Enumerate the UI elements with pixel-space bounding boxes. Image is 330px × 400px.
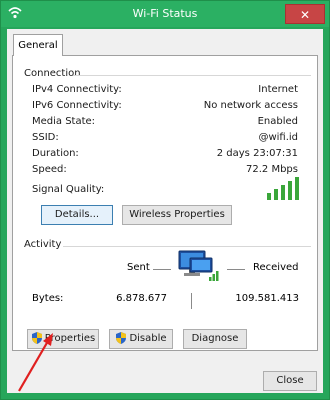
title-bar[interactable]: Wi-Fi Status ✕	[1, 1, 329, 27]
row-ipv4: IPv4 Connectivity: Internet	[32, 84, 298, 98]
bytes-sent-value: 6.878.677	[116, 293, 167, 304]
wireless-properties-button[interactable]: Wireless Properties	[122, 205, 232, 225]
ipv6-label: IPv6 Connectivity:	[32, 100, 122, 111]
tab-general[interactable]: General	[13, 34, 63, 56]
media-state-value: Enabled	[257, 116, 298, 127]
sent-label: Sent	[127, 262, 150, 273]
disable-button-label: Disable	[129, 333, 167, 344]
window-title: Wi-Fi Status	[132, 7, 198, 20]
connection-group-title: Connection	[24, 68, 81, 79]
activity-group-title: Activity	[24, 239, 62, 250]
signal-bars-icon	[267, 177, 299, 200]
ssid-value: @wifi.id	[258, 132, 298, 143]
row-duration: Duration: 2 days 23:07:31	[32, 148, 298, 162]
sent-line	[153, 269, 171, 270]
network-computer-icon	[178, 250, 219, 281]
speed-label: Speed:	[32, 164, 67, 175]
row-signal-quality: Signal Quality:	[32, 184, 298, 198]
ipv4-label: IPv4 Connectivity:	[32, 84, 122, 95]
details-button[interactable]: Details...	[41, 205, 113, 225]
bytes-label: Bytes:	[32, 293, 64, 304]
bytes-separator	[191, 293, 192, 309]
tab-panel: Connection IPv4 Connectivity: Internet I…	[12, 55, 318, 351]
ipv4-value: Internet	[258, 84, 298, 95]
speed-value: 72.2 Mbps	[246, 164, 298, 175]
row-ipv6: IPv6 Connectivity: No network access	[32, 100, 298, 114]
title-close-button[interactable]: ✕	[285, 4, 325, 24]
ssid-label: SSID:	[32, 132, 59, 143]
row-media-state: Media State: Enabled	[32, 116, 298, 130]
close-button[interactable]: Close	[263, 371, 317, 391]
bytes-received-value: 109.581.413	[235, 293, 299, 304]
signal-quality-label: Signal Quality:	[32, 184, 105, 195]
disable-button[interactable]: Disable	[109, 329, 173, 349]
connection-divider	[73, 75, 311, 76]
red-arrow-icon	[18, 333, 53, 392]
received-line	[227, 269, 245, 270]
shield-icon	[116, 332, 127, 344]
row-speed: Speed: 72.2 Mbps	[32, 164, 298, 178]
media-state-label: Media State:	[32, 116, 96, 127]
wifi-status-window: Wi-Fi Status ✕ General Connection IPv4 C…	[0, 0, 330, 400]
duration-label: Duration:	[32, 148, 79, 159]
row-ssid: SSID: @wifi.id	[32, 132, 298, 146]
dialog-client: General Connection IPv4 Connectivity: In…	[7, 29, 323, 393]
ipv6-value: No network access	[203, 100, 298, 111]
diagnose-button[interactable]: Diagnose	[183, 329, 247, 349]
activity-divider	[63, 246, 311, 247]
received-label: Received	[253, 262, 299, 273]
duration-value: 2 days 23:07:31	[216, 148, 298, 159]
